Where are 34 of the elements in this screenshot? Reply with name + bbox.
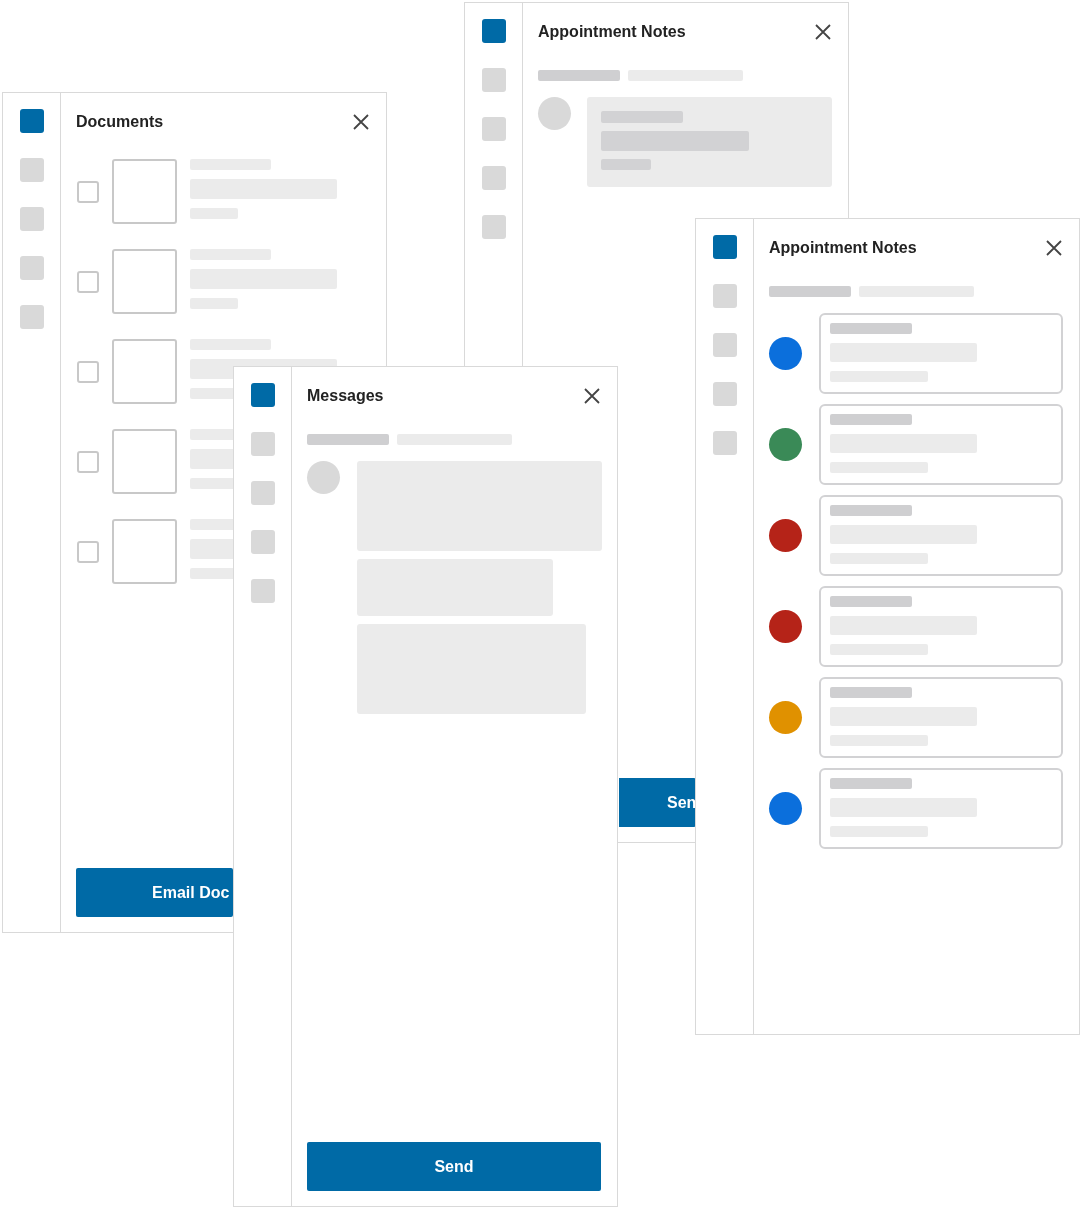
action-button[interactable]: Sen <box>619 778 696 827</box>
window-title: Appointment Notes <box>769 238 917 257</box>
nav-icon[interactable] <box>481 19 506 43</box>
close-button[interactable] <box>814 22 832 41</box>
nav-icon[interactable] <box>19 109 44 133</box>
thumbnail-placeholder <box>112 429 177 494</box>
thumbnail-placeholder <box>112 339 177 404</box>
avatar <box>307 461 340 494</box>
note-card[interactable] <box>819 313 1063 394</box>
close-button[interactable] <box>352 112 370 131</box>
thumbnail-placeholder <box>112 249 177 314</box>
window-title: Documents <box>76 112 164 131</box>
nav-icon[interactable] <box>712 235 737 259</box>
checkbox[interactable] <box>77 450 99 473</box>
checkbox[interactable] <box>77 180 99 203</box>
checkbox[interactable] <box>77 360 99 383</box>
thumbnail-placeholder <box>112 159 177 224</box>
note-card[interactable] <box>819 495 1063 576</box>
nav-icon[interactable] <box>250 383 275 407</box>
note-card[interactable] <box>819 677 1063 758</box>
window-title: Messages <box>307 386 384 405</box>
placeholder-bar <box>601 159 651 170</box>
note-card[interactable] <box>819 404 1063 485</box>
close-button[interactable] <box>1045 238 1063 257</box>
action-button[interactable]: Email Doc <box>76 868 233 917</box>
checkbox[interactable] <box>77 540 99 563</box>
note-card[interactable] <box>819 586 1063 667</box>
action-button[interactable]: Send <box>307 1142 601 1191</box>
window-title: Appointment Notes <box>538 22 686 41</box>
avatar <box>538 97 571 130</box>
checkbox[interactable] <box>77 270 99 293</box>
note-card[interactable] <box>819 768 1063 849</box>
close-button[interactable] <box>583 386 601 405</box>
thumbnail-placeholder <box>112 519 177 584</box>
